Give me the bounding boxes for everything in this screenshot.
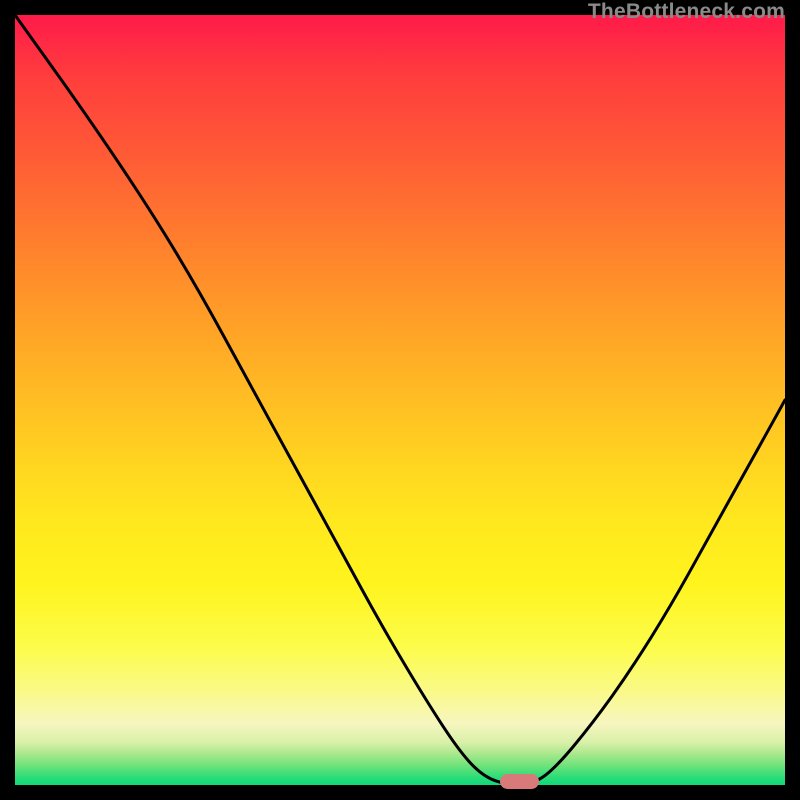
optimum-marker [500, 774, 539, 789]
curve-layer [15, 15, 785, 785]
watermark-text: TheBottleneck.com [588, 0, 785, 24]
bottleneck-curve [15, 15, 785, 785]
bottleneck-chart: TheBottleneck.com [0, 0, 800, 800]
